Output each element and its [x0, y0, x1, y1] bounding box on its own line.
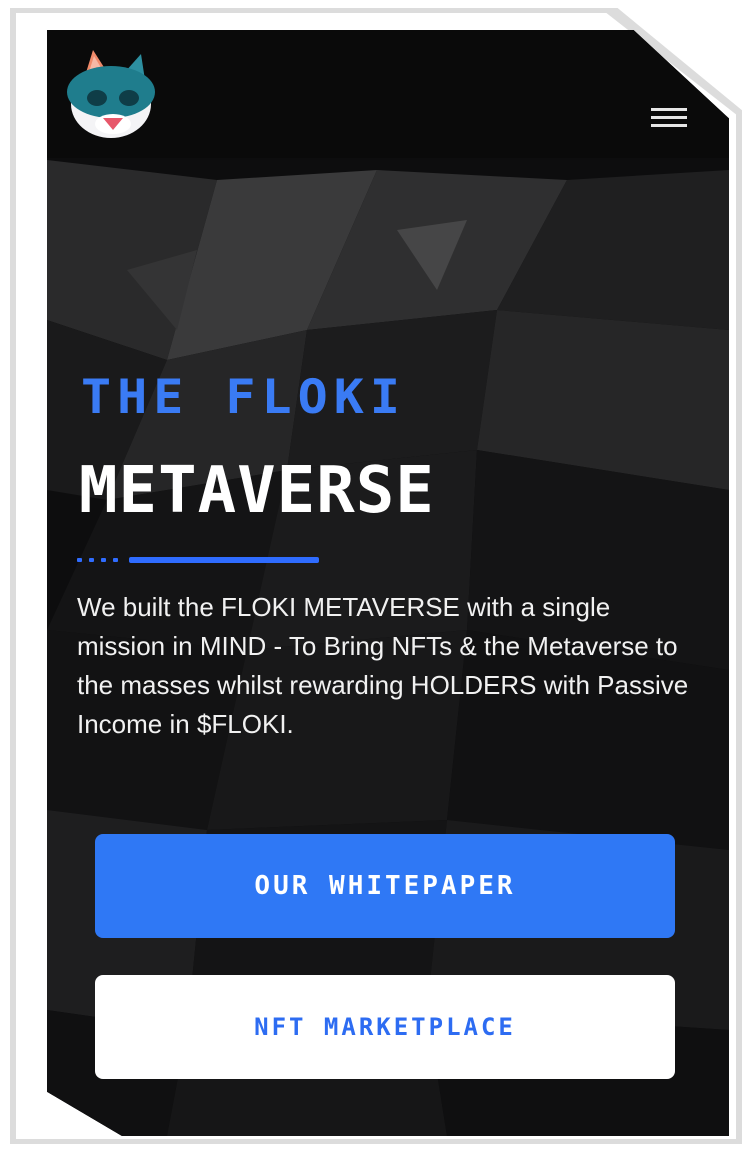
low-poly-background [47, 30, 729, 1136]
hero-title-line1: THE FLOKI [81, 369, 406, 425]
title-divider [77, 557, 319, 563]
hamburger-menu-icon[interactable] [651, 108, 691, 134]
floki-cat-logo-icon[interactable] [63, 46, 163, 142]
hero-title-line2: METAVERSE [79, 454, 435, 528]
nft-marketplace-button[interactable]: NFT MARKETPLACE [95, 975, 675, 1079]
hero-description: We built the FLOKI METAVERSE with a sing… [77, 592, 689, 739]
whitepaper-button[interactable]: OUR WHITEPAPER [95, 834, 675, 938]
top-nav-bar [47, 30, 729, 158]
app-screen: THE FLOKI METAVERSE We built the FLOKI M… [47, 30, 729, 1136]
